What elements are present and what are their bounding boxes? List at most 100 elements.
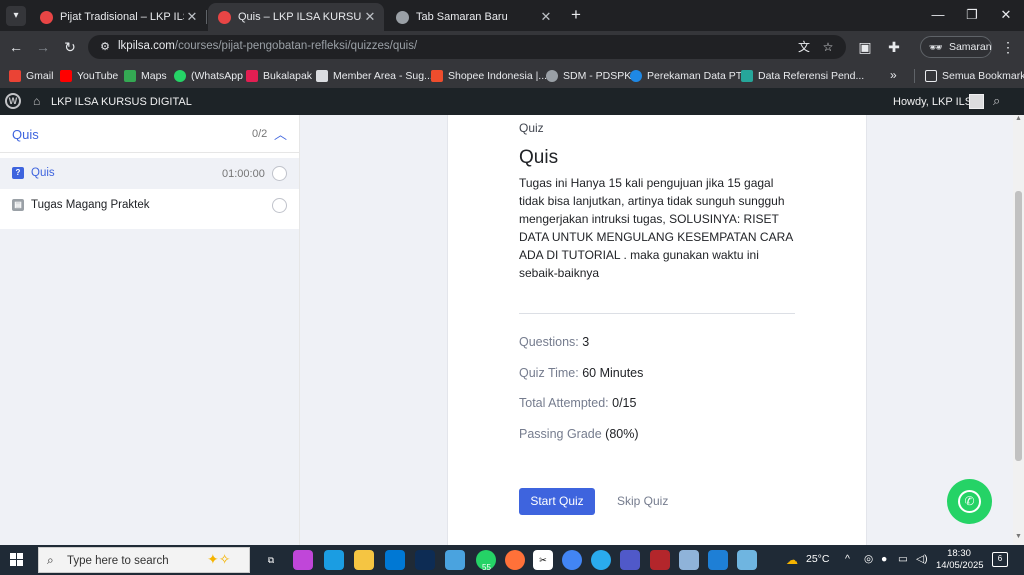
bookmark-member-area[interactable]: Member Area - Sug... [316, 68, 433, 84]
ptk-icon [630, 70, 642, 82]
extension-icon[interactable]: ▣ [855, 37, 875, 57]
close-tab-icon[interactable]: ✕ [184, 9, 200, 25]
browser-menu-icon[interactable]: ⋮ [998, 37, 1018, 57]
bookmark-gmail[interactable]: Gmail [9, 68, 53, 84]
sidebar-topic-header[interactable]: Quis 0/2 ︿ [0, 115, 299, 153]
bookmark-maps[interactable]: Maps [124, 68, 167, 84]
scrollbar-thumb[interactable] [1015, 191, 1022, 461]
translate-icon[interactable]: 文 [796, 39, 812, 55]
address-bar[interactable]: ⚙ lkpilsa.com/courses/pijat-pengobatan-r… [88, 35, 846, 59]
shopee-icon [431, 70, 443, 82]
incognito-profile-button[interactable]: 🕶 Samaran [920, 36, 992, 58]
tab-divider [206, 10, 207, 24]
avatar[interactable] [969, 94, 984, 109]
taskbar-clock[interactable]: 18:30 14/05/2025 [936, 548, 984, 572]
url-text[interactable]: lkpilsa.com/courses/pijat-pengobatan-ref… [118, 40, 417, 52]
whatsapp-chat-button[interactable]: ✆ [947, 479, 992, 524]
photos-icon[interactable] [708, 550, 728, 570]
back-button[interactable]: ← [6, 37, 26, 57]
close-window-button[interactable]: ✕ [991, 5, 1021, 25]
wp-site-name[interactable]: LKP ILSA KURSUS DIGITAL [51, 96, 192, 108]
teams-icon[interactable] [620, 550, 640, 570]
sidebar-empty-area [0, 229, 299, 545]
bookmark-youtube[interactable]: YouTube [60, 68, 118, 84]
wp-howdy-user[interactable]: Howdy, LKP ILSA [893, 96, 979, 108]
microphone-icon[interactable]: ● [881, 553, 887, 565]
wp-admin-bar: W ⌂ LKP ILSA KURSUS DIGITAL Howdy, LKP I… [0, 88, 1024, 115]
edge-icon[interactable] [324, 550, 344, 570]
store-icon[interactable] [415, 550, 435, 570]
minimize-button[interactable]: — [923, 5, 953, 25]
member-area-icon [316, 70, 328, 82]
capcut-icon[interactable]: ✂ [533, 550, 553, 570]
quiz-icon: ? [12, 167, 24, 179]
more-bookmarks-icon[interactable]: » [890, 68, 897, 82]
reload-button[interactable]: ↻ [60, 37, 80, 57]
data-ref-icon [741, 70, 753, 82]
whatsapp-taskbar-icon[interactable]: 55 [476, 550, 496, 572]
tab-new-incognito[interactable]: Tab Samaran Baru ✕ [386, 3, 560, 31]
task-view-icon[interactable]: ⧉ [261, 550, 281, 570]
telegram-icon[interactable] [591, 550, 611, 570]
all-bookmarks-folder[interactable]: Semua Bookmark [925, 68, 1024, 84]
taskbar-search-input[interactable]: ⌕ Type here to search ✦✧ [38, 547, 250, 573]
site-info-icon[interactable]: ⚙ [97, 39, 113, 55]
notification-center-icon[interactable]: 6 [992, 552, 1008, 567]
copilot-icon[interactable] [293, 550, 313, 570]
quiz-info-questions: Questions: 3 [519, 335, 590, 349]
bookmark-sdm-pdspk[interactable]: SDM - PDSPK [546, 68, 631, 84]
scroll-down-icon[interactable]: ▼ [1015, 533, 1022, 540]
bookmark-whatsapp[interactable]: (WhatsApp [174, 68, 243, 84]
tab-search-button[interactable]: ▾ [6, 6, 26, 26]
meet-now-icon[interactable]: ◎ [864, 553, 873, 565]
chevron-up-icon[interactable]: ^ [845, 553, 850, 565]
new-tab-button[interactable]: + [566, 5, 586, 25]
temperature[interactable]: 25°C [806, 553, 829, 565]
forward-button[interactable]: → [33, 37, 53, 57]
media-app-icon[interactable] [650, 550, 670, 570]
wordpress-logo-icon[interactable]: W [5, 93, 21, 109]
page-scrollbar[interactable]: ▲ ▼ [1013, 115, 1024, 545]
windows-start-icon[interactable] [10, 553, 24, 567]
network-icon[interactable]: ▭ [898, 553, 908, 565]
tab-pijat-tradisional[interactable]: Pijat Tradisional – LKP ILSA KURSUS ✕ [30, 3, 206, 31]
skip-quiz-button[interactable]: Skip Quiz [617, 494, 668, 508]
app-icon[interactable] [445, 550, 465, 570]
scroll-up-icon[interactable]: ▲ [1015, 115, 1022, 122]
sparkle-icon: ✦✧ [207, 551, 231, 567]
extensions-puzzle-icon[interactable]: ✚ [884, 37, 904, 57]
chevron-up-icon[interactable]: ︿ [274, 124, 287, 143]
start-quiz-button[interactable]: Start Quiz [519, 488, 595, 515]
completion-checkbox[interactable] [272, 198, 287, 213]
sidebar-item-tugas-magang[interactable]: ▤ Tugas Magang Praktek [0, 190, 299, 221]
gmail-icon [9, 70, 21, 82]
weather-icon[interactable]: ☁ [782, 550, 802, 570]
paint-icon[interactable] [679, 550, 699, 570]
topic-progress: 0/2 [252, 128, 268, 140]
notes-icon[interactable] [737, 550, 757, 570]
bookmark-star-icon[interactable]: ☆ [820, 39, 836, 55]
close-tab-icon[interactable]: ✕ [538, 9, 554, 25]
dashboard-icon[interactable]: ⌂ [33, 94, 40, 108]
sidebar-item-quis[interactable]: ? Quis 01:00:00 [0, 158, 299, 189]
search-icon[interactable]: ⌕ [993, 93, 1000, 109]
tab-quis[interactable]: Quis – LKP ILSA KURSUS DIGITAL ✕ [208, 3, 384, 31]
bookmark-perekaman-ptk[interactable]: Perekaman Data PTK [630, 68, 749, 84]
volume-icon[interactable]: ◁) [916, 553, 928, 565]
mail-icon[interactable] [385, 550, 405, 570]
windows-taskbar: ⌕ Type here to search ✦✧ ⧉ 55 ✂ ☁ 25°C ^… [0, 545, 1024, 575]
chrome-icon[interactable] [562, 550, 582, 570]
bookmark-shopee[interactable]: Shopee Indonesia |... [431, 68, 547, 84]
completion-checkbox[interactable] [272, 166, 287, 181]
page-title: Quis [519, 147, 559, 168]
quiz-info-attempted: Total Attempted: 0/15 [519, 396, 637, 410]
firefox-icon[interactable] [505, 550, 525, 570]
file-explorer-icon[interactable] [354, 550, 374, 570]
bookmark-bukalapak[interactable]: Bukalapak [246, 68, 312, 84]
quiz-description: Tugas ini Hanya 15 kali pengujuan jika 1… [519, 176, 793, 280]
close-tab-icon[interactable]: ✕ [362, 9, 378, 25]
bookmark-data-referensi[interactable]: Data Referensi Pend... [741, 68, 864, 84]
topic-title: Quis [12, 127, 39, 142]
page-content: Quis 0/2 ︿ ? Quis 01:00:00 ▤ Tugas Magan… [0, 115, 1024, 545]
restore-button[interactable]: ❐ [957, 5, 987, 25]
